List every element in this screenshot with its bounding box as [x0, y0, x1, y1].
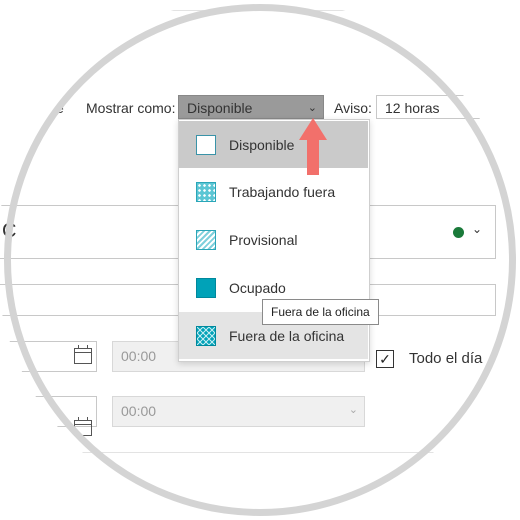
show-as-dropdown-menu: Disponible Trabajando fuera Provisional …: [178, 119, 370, 362]
bottom-divider: [0, 452, 520, 453]
chevron-down-icon[interactable]: ⌄: [472, 222, 482, 236]
reminder-label: Aviso:: [334, 100, 372, 116]
calendar-icon[interactable]: [74, 417, 92, 436]
busy-swatch-icon: [196, 277, 216, 298]
menu-item-label: Trabajando fuera: [229, 183, 336, 200]
end-time-value: 00:00: [121, 403, 157, 419]
top-divider: [0, 10, 520, 11]
end-time-select: 00:00 ⌄: [112, 396, 365, 427]
chevron-down-icon: ⌄: [348, 404, 358, 416]
menu-item-provisional[interactable]: Provisional: [179, 216, 368, 263]
calendar-icon[interactable]: [74, 345, 92, 364]
menu-item-label: Provisional: [229, 231, 298, 248]
chevron-down-icon: ⌄: [307, 102, 317, 114]
all-day-checkbox[interactable]: ✓: [376, 350, 394, 368]
reminder-select[interactable]: 12 horas: [376, 95, 496, 119]
up-arrow-icon: [299, 118, 327, 175]
checkmark-icon: ✓: [379, 350, 391, 367]
show-as-label: Mostrar como:: [86, 100, 176, 116]
start-time-value: 00:00: [121, 348, 157, 364]
free-swatch-icon: [196, 134, 216, 155]
cut-label: e: [56, 100, 64, 116]
menu-item-trabajando-fuera[interactable]: Trabajando fuera: [179, 168, 368, 215]
calendar-row-text: C: [2, 220, 17, 242]
menu-item-label: Fuera de la oficina: [229, 327, 345, 344]
working-elsewhere-swatch-icon: [196, 181, 216, 202]
all-day-label: Todo el día: [409, 350, 483, 367]
tooltip: Fuera de la oficina: [262, 299, 379, 325]
menu-item-label: Disponible: [229, 136, 295, 153]
calendar-color-dot: [453, 227, 464, 238]
reminder-value: 12 horas: [385, 100, 440, 116]
menu-item-disponible[interactable]: Disponible: [179, 121, 368, 168]
show-as-select[interactable]: Disponible ⌄: [178, 95, 324, 119]
tentative-swatch-icon: [196, 229, 216, 250]
show-as-value: Disponible: [187, 100, 253, 116]
out-of-office-swatch-icon: [196, 325, 216, 346]
menu-item-label: Ocupado: [229, 279, 286, 296]
